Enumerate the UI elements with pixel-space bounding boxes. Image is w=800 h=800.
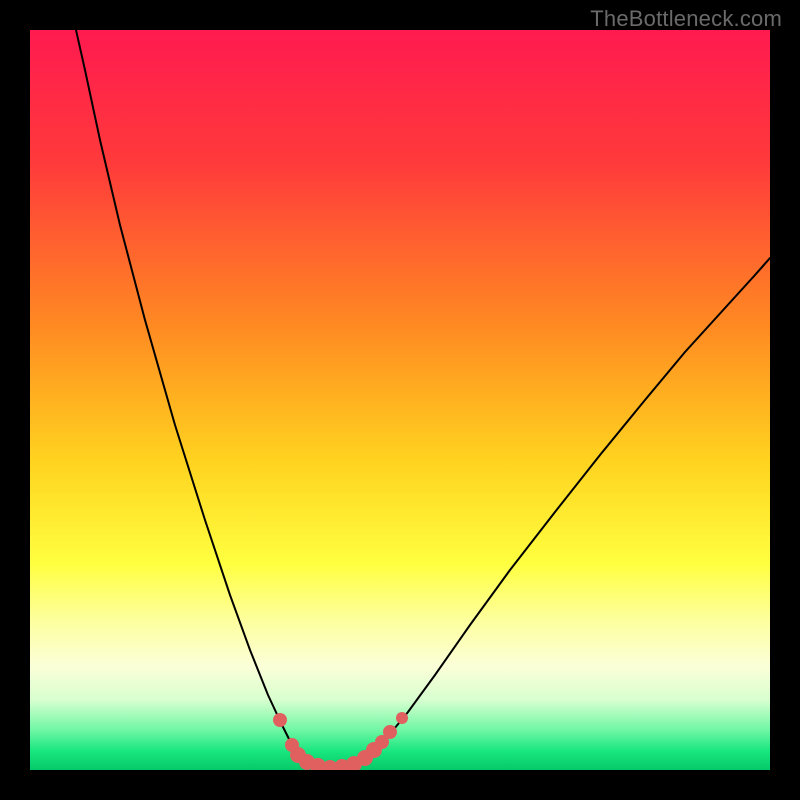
curve-marker bbox=[396, 712, 408, 724]
curve-marker bbox=[273, 713, 287, 727]
chart-frame: TheBottleneck.com bbox=[0, 0, 800, 800]
watermark-text: TheBottleneck.com bbox=[590, 6, 782, 32]
chart-background bbox=[30, 30, 770, 770]
bottleneck-chart bbox=[30, 30, 770, 770]
curve-marker bbox=[383, 725, 397, 739]
